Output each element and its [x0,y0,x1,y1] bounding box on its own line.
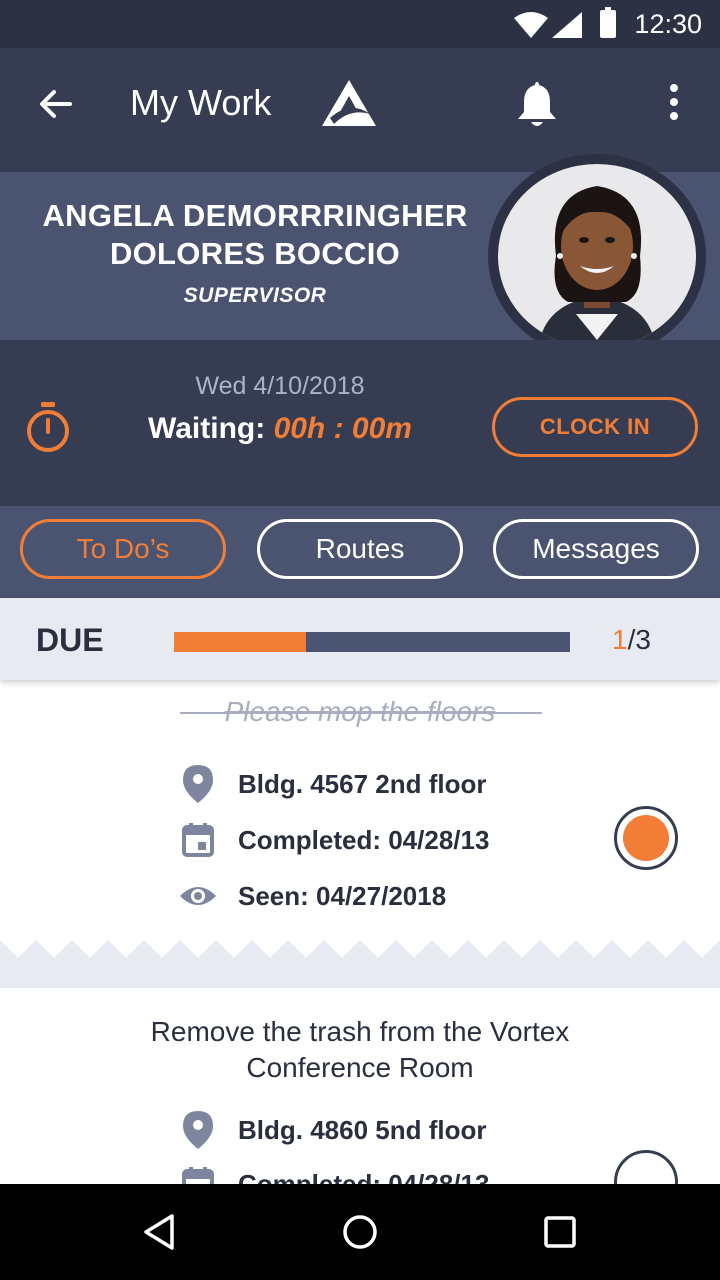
user-name-line-1: ANGELA DEMORRRINGHER [42,198,468,233]
user-name-line-2: DOLORES BOCCIO [109,236,401,271]
nav-back-icon[interactable] [140,1212,180,1252]
task-completed-date: Completed: 04/28/13 [238,1168,490,1185]
eye-icon [180,887,216,905]
avatar-portrait [498,164,696,348]
task-card[interactable]: Remove the trash from the Vortex Confere… [0,988,720,1184]
system-navigation-bar [0,1184,720,1280]
due-progress-fill [174,632,306,652]
task-location: Bldg. 4567 2nd floor [238,768,487,799]
clock-in-button[interactable]: CLOCK IN [492,397,698,457]
tab-bar: To Do’s Routes Messages [0,506,720,598]
location-pin-icon [183,1111,213,1149]
current-date: Wed 4/10/2018 [195,372,365,400]
calendar-icon [182,823,214,857]
nav-home-icon[interactable] [340,1212,380,1252]
page-title: My Work [130,82,272,123]
task-completed-date: Completed: 04/28/13 [238,824,490,855]
elapsed-time: 00h : 00m [273,412,412,445]
signal-icon [552,12,582,38]
task-location-row: Bldg. 4860 5nd floor [178,1110,487,1150]
notification-bell-icon[interactable] [514,78,560,130]
task-completed-row: Completed: 04/28/13 [178,1164,489,1184]
due-label: DUE [36,622,104,658]
back-arrow-icon[interactable] [36,84,76,124]
status-bar: 12:30 [0,0,720,48]
task-card[interactable]: Please mop the floors Bldg. 4567 2nd flo… [0,680,720,940]
due-completed-count: 1 [612,624,628,655]
task-completed-row: Completed: 04/28/13 [178,820,489,860]
battery-icon [600,7,616,38]
app-logo-icon [322,80,376,126]
task-seen-date: Seen: 04/27/2018 [238,880,447,911]
status-time: 12:30 [634,9,702,39]
location-pin-icon [183,765,213,803]
user-role: SUPERVISOR [183,284,327,307]
tab-routes[interactable]: Routes [257,519,463,579]
tab-todos[interactable]: To Do’s [20,519,226,579]
more-options-icon[interactable] [660,82,688,122]
tab-messages[interactable]: Messages [493,519,699,579]
due-progress-header: DUE 1/3 [0,598,720,680]
due-progress-count: 1/3 [612,624,651,656]
nav-recent-apps-icon[interactable] [540,1212,580,1252]
task-location: Bldg. 4860 5nd floor [238,1114,487,1145]
clock-status-label: Waiting: [148,412,266,445]
due-total-count: /3 [627,624,651,655]
task-complete-toggle[interactable] [614,1150,678,1184]
task-complete-toggle[interactable] [614,806,678,870]
stopwatch-icon [27,402,69,452]
due-progress-bar [174,632,570,652]
wifi-icon [514,12,548,38]
task-location-row: Bldg. 4567 2nd floor [178,764,487,804]
app-bar: My Work [0,48,720,172]
clock-status: Waiting: 00h : 00m [100,412,460,446]
clock-in-panel: Wed 4/10/2018 Waiting: 00h : 00m CLOCK I… [0,340,720,506]
task-separator [0,940,720,988]
task-title-text: Please mop the floors [224,696,496,727]
task-title: Remove the trash from the Vortex Confere… [150,1016,570,1083]
avatar[interactable] [488,154,706,358]
task-seen-row: Seen: 04/27/2018 [178,876,446,916]
calendar-icon [182,1167,214,1184]
task-title: Please mop the floors [0,696,720,728]
